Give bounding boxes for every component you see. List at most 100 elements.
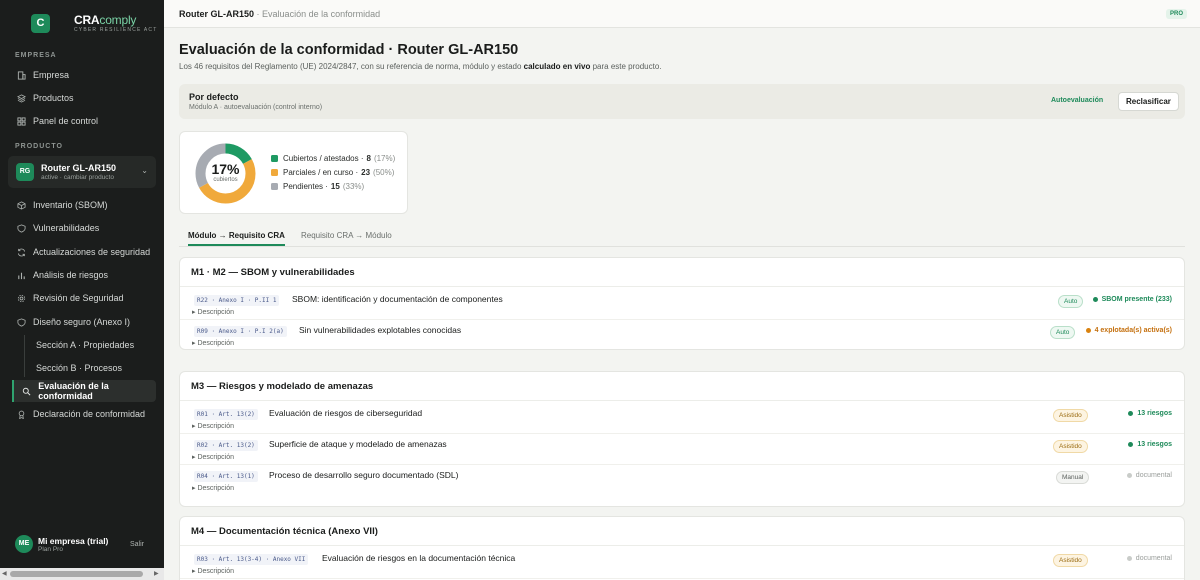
description-toggle[interactable]: ▸ Descripción [192,567,234,575]
legend-swatch [271,183,278,190]
sidebar-item-label: Sección B · Procesos [36,363,123,373]
status-dot [1126,473,1132,478]
status-text: 13 riesgos [1137,410,1172,417]
tab-requirement-to-module[interactable]: Requisito CRA → Módulo [301,231,392,246]
box-icon [16,200,26,210]
topbar: Router GL-AR150 · Evaluación de la confo… [164,0,1200,28]
legend-percent: (33%) [342,182,365,191]
sidebar-item-label: Sección A · Propiedades [36,340,135,350]
product-name: Router GL-AR150 [41,163,117,173]
brand-name[interactable]: CRAcomply [74,13,136,27]
status-indicator: SBOM presente (233) [1092,296,1172,303]
module-card: M3 — Riesgos y modelado de amenazas R01 … [179,371,1185,507]
view-tabs: Módulo → Requisito CRA Requisito CRA → M… [179,226,1185,246]
brand-name-main: CRA [74,13,100,27]
sidebar-item-panel[interactable]: Panel de control [8,110,156,132]
coverage-percent: 17% [211,161,240,177]
logout-button[interactable]: Salir [130,541,144,548]
sidebar-item-inventario[interactable]: Inventario (SBOM) [8,194,156,216]
search-icon [22,386,31,396]
status-indicator: documental [1126,555,1172,562]
sidebar-horizontal-scrollbar[interactable]: ◀ ▶ [0,568,164,580]
status-text: 4 explotada(s) activa(s) [1094,327,1172,334]
description-toggle[interactable]: ▸ Descripción [192,453,234,461]
status-text: documental [1135,472,1172,479]
sidebar-item-label: Empresa [33,70,70,80]
user-name: Mi empresa (trial) [38,536,109,546]
sidebar-item-productos[interactable]: Productos [8,87,156,109]
requirement-ref: R22 · Anexo I · P.II 1 [194,295,280,306]
sidebar-subitem-seccion-a[interactable]: Sección A · Propiedades [22,334,156,356]
requirement-row[interactable]: R03 · Art. 13(3-4) · Anexo VII Evaluació… [180,548,1184,579]
layers-icon [16,93,26,103]
product-status: active · cambiar producto [41,174,114,181]
status-indicator: 13 riesgos [1128,410,1172,417]
classification-bar: Por defecto Módulo A · autoevaluación (c… [179,84,1185,119]
page-title: Evaluación de la conformidad · Router GL… [179,42,519,58]
user-avatar[interactable]: ME [15,535,33,553]
status-indicator: documental [1126,472,1172,479]
logo-icon[interactable]: C [31,14,50,33]
legend-swatch [271,155,278,162]
requirement-row[interactable]: R01 · Art. 13(2) Evaluación de riesgos d… [180,403,1184,434]
sidebar-item-revision[interactable]: Revisión de Seguridad [8,287,156,309]
scrollbar-thumb[interactable] [10,571,143,577]
section-label-product: PRODUCTO [15,143,63,150]
legend-count: 23 [361,168,371,177]
brand-tagline: CYBER RESILIENCE ACT [74,27,158,33]
requirement-ref: R01 · Art. 13(2) [194,409,258,420]
classification-title: Por defecto [189,92,239,102]
requirement-row[interactable]: R22 · Anexo I · P.II 1 SBOM: identificac… [180,289,1184,320]
requirement-title: Evaluación de riesgos de ciberseguridad [269,408,423,418]
requirement-title: Sin vulnerabilidades explotables conocid… [299,325,462,335]
legend-swatch [271,169,278,176]
breadcrumb-separator: · [256,9,260,19]
sidebar: C CRAcomply CYBER RESILIENCE ACT EMPRESA… [0,0,164,580]
requirement-ref: R09 · Anexo I · P.I 2(a) [194,326,287,337]
breadcrumb-product[interactable]: Router GL-AR150 [179,9,254,19]
building-icon [16,70,26,80]
description-toggle[interactable]: ▸ Descripción [192,484,234,492]
sidebar-item-vulnerabilidades[interactable]: Vulnerabilidades [8,217,156,239]
sidebar-item-label: Revisión de Seguridad [33,293,124,303]
reclassify-button[interactable]: Reclasificar [1118,92,1179,111]
module-card: M4 — Documentación técnica (Anexo VII) R… [179,516,1185,580]
sidebar-item-label: Diseño seguro (Anexo I) [33,317,131,327]
status-dot [1092,297,1098,302]
bar-chart-icon [16,270,26,280]
scroll-left-icon[interactable]: ◀ [2,570,7,577]
sidebar-item-evaluacion[interactable]: Evaluación de la conformidad [12,380,156,402]
sidebar-item-empresa[interactable]: Empresa [8,64,156,86]
award-icon [16,409,26,419]
sidebar-item-label: Productos [33,93,74,103]
mode-pill: Asistido [1053,440,1088,453]
description-toggle[interactable]: ▸ Descripción [192,422,234,430]
requirement-row[interactable]: R09 · Anexo I · P.I 2(a) Sin vulnerabili… [180,320,1184,349]
status-text: documental [1135,555,1172,562]
requirement-row[interactable]: R04 · Art. 13(1) Proceso de desarrollo s… [180,465,1184,496]
sidebar-item-label: Panel de control [33,116,99,126]
sidebar-item-actualizaciones[interactable]: Actualizaciones de seguridad [8,241,156,263]
status-indicator: 13 riesgos [1128,441,1172,448]
mode-pill: Asistido [1053,554,1088,567]
desc-text-end: para este producto. [590,62,662,71]
status-dot [1128,411,1134,416]
chevron-down-icon: ⌄ [141,166,148,175]
section-label-company: EMPRESA [15,52,57,59]
sidebar-item-diseno-seguro[interactable]: Diseño seguro (Anexo I) [8,311,156,333]
tab-module-to-requirement[interactable]: Módulo → Requisito CRA [188,231,285,246]
description-toggle[interactable]: ▸ Descripción [192,308,234,316]
product-switcher[interactable]: RG Router GL-AR150 active · cambiar prod… [8,156,156,188]
description-toggle[interactable]: ▸ Descripción [192,339,234,347]
coverage-label: cubiertos [213,177,238,183]
status-text: SBOM presente (233) [1101,296,1172,303]
sidebar-item-label: Evaluación de la conformidad [38,381,109,401]
scroll-right-icon[interactable]: ▶ [154,570,159,577]
status-dot [1128,442,1134,447]
assessment-mode: Autoevaluación [1051,97,1104,104]
sidebar-item-riesgos[interactable]: Análisis de riesgos [8,264,156,286]
sidebar-item-label: Actualizaciones de seguridad [33,247,151,257]
sidebar-item-declaracion[interactable]: Declaración de conformidad [8,403,156,425]
requirement-row[interactable]: R02 · Art. 13(2) Superficie de ataque y … [180,434,1184,465]
sidebar-subitem-seccion-b[interactable]: Sección B · Procesos [22,357,156,379]
